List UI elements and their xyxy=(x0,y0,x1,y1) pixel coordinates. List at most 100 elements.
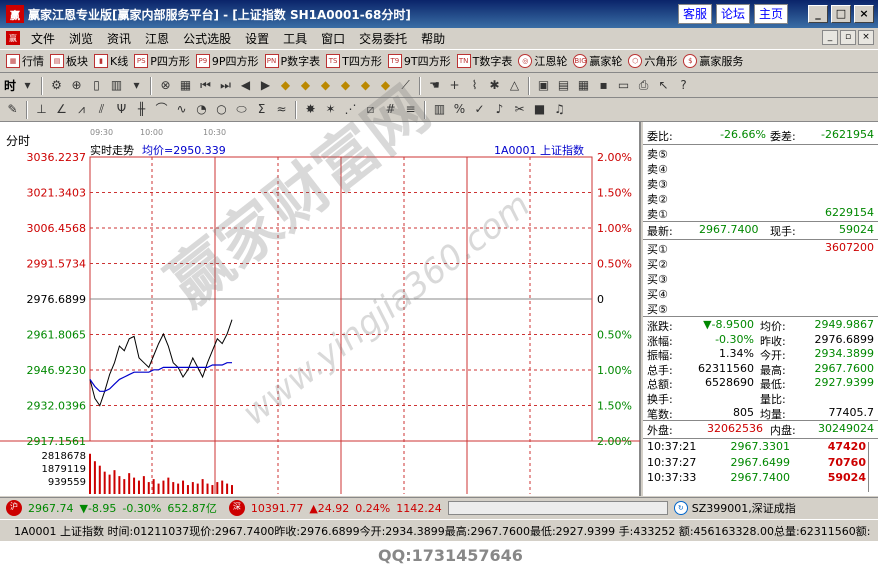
refresh-icon[interactable]: ↻ xyxy=(673,501,688,515)
toolbar-p-square[interactable]: PS P四方形 xyxy=(134,53,190,69)
child-restore-button[interactable]: ▫ xyxy=(840,30,856,45)
percent-icon[interactable]: % xyxy=(451,101,468,118)
menu-info[interactable]: 资讯 xyxy=(100,30,138,47)
sun-icon[interactable]: ✸ xyxy=(302,101,319,118)
candle-icon[interactable]: ▯ xyxy=(88,77,105,94)
wave-icon[interactable]: ≈ xyxy=(273,101,290,118)
diamond-icon[interactable]: ◆ xyxy=(317,77,334,94)
menu-help[interactable]: 帮助 xyxy=(414,30,452,47)
toolbar-winner-wheel[interactable]: BIG 赢家轮 xyxy=(573,53,622,69)
ruler-icon[interactable]: ⊥ xyxy=(33,101,50,118)
question-icon[interactable]: ? xyxy=(675,77,692,94)
tick-scrollbar[interactable] xyxy=(868,442,876,492)
menu-file[interactable]: 文件 xyxy=(24,30,62,47)
table-icon[interactable]: ▦ xyxy=(575,77,592,94)
forum-link[interactable]: 论坛 xyxy=(715,4,750,24)
intraday-chart[interactable]: 分时 09:30 10:00 10:30 实时走势 均价=2950.339 1A… xyxy=(0,72,641,565)
grid-lines-icon[interactable]: ╫ xyxy=(133,101,150,118)
first-icon[interactable]: ⏮ xyxy=(197,77,214,94)
fx-icon[interactable]: ⚙ xyxy=(48,77,65,94)
hand-icon[interactable]: ☚ xyxy=(426,77,443,94)
diamond-icon[interactable]: ◆ xyxy=(377,77,394,94)
arc-icon[interactable]: ⌒ xyxy=(153,101,170,118)
fan-icon[interactable]: ⩘ xyxy=(73,101,90,118)
toolbar-t-square[interactable]: TS T四方形 xyxy=(326,53,382,69)
toolbar-hexagon[interactable]: ⬡ 六角形 xyxy=(628,53,677,69)
bell-icon[interactable]: ♪ xyxy=(491,101,508,118)
menu-window[interactable]: 窗口 xyxy=(314,30,352,47)
cycle-icon[interactable]: ∿ xyxy=(173,101,190,118)
bar-chart-icon[interactable]: ▥ xyxy=(108,77,125,94)
window-icon[interactable]: ▭ xyxy=(615,77,632,94)
period-dropdown[interactable]: 时 xyxy=(4,77,16,94)
star-icon[interactable]: ✶ xyxy=(322,101,339,118)
toolbar-blocks[interactable]: ▤ 板块 xyxy=(50,53,88,69)
sell-label: 卖④ xyxy=(647,163,668,176)
last-icon[interactable]: ⏭ xyxy=(217,77,234,94)
minimize-button[interactable]: _ xyxy=(808,5,828,23)
menu-gann[interactable]: 江恩 xyxy=(138,30,176,47)
cursor-icon[interactable]: ↖ xyxy=(655,77,672,94)
child-minimize-button[interactable]: _ xyxy=(822,30,838,45)
menu-settings[interactable]: 设置 xyxy=(238,30,276,47)
crosshair-icon[interactable]: + xyxy=(446,77,463,94)
diamond-icon[interactable]: ◆ xyxy=(337,77,354,94)
hash-icon[interactable]: # xyxy=(382,101,399,118)
target-icon[interactable]: ⊗ xyxy=(157,77,174,94)
toolbar-p-table[interactable]: PN P数字表 xyxy=(264,53,320,69)
columns-icon[interactable]: ▥ xyxy=(431,101,448,118)
print-icon[interactable]: ⎙ xyxy=(635,77,652,94)
service-link[interactable]: 客服 xyxy=(677,4,712,24)
toolbar-gann-wheel[interactable]: ◎ 江恩轮 xyxy=(518,53,567,69)
sigma-icon[interactable]: Σ xyxy=(253,101,270,118)
close-button[interactable]: × xyxy=(854,5,874,23)
home-link[interactable]: 主页 xyxy=(753,4,788,24)
maximize-button[interactable]: □ xyxy=(831,5,851,23)
spiral-icon[interactable]: ◔ xyxy=(193,101,210,118)
toolbar-winner-service[interactable]: $ 赢家服务 xyxy=(683,53,743,69)
zigzag-icon[interactable]: ⌇ xyxy=(466,77,483,94)
lines-icon[interactable]: ≡ xyxy=(402,101,419,118)
quote-info-bar: 1A0001 上证指数 时间:01211037现价:2967.7400昨收:29… xyxy=(0,519,878,541)
left-icon[interactable]: ◀ xyxy=(237,77,254,94)
channel-icon[interactable]: ⫽ xyxy=(93,101,110,118)
music-icon[interactable]: ♫ xyxy=(551,101,568,118)
calendar-icon[interactable]: ▣ xyxy=(535,77,552,94)
gear-icon[interactable]: ✱ xyxy=(486,77,503,94)
diamond-icon[interactable]: ◆ xyxy=(357,77,374,94)
menu-formula[interactable]: 公式选股 xyxy=(176,30,238,47)
calculator-icon[interactable]: ▤ xyxy=(555,77,572,94)
line-icon[interactable]: ⟋ xyxy=(397,77,414,94)
circle-icon[interactable]: ○ xyxy=(213,101,230,118)
dropdown-icon[interactable]: ▾ xyxy=(128,77,145,94)
chevron-down-icon[interactable]: ▾ xyxy=(19,77,36,94)
toolbar-9p-square[interactable]: P9 9P四方形 xyxy=(195,53,259,69)
stat-label: 今开: xyxy=(760,349,786,363)
toolbar-kline[interactable]: ▮ K线 xyxy=(94,53,128,69)
toolbar-quotes[interactable]: ▦ 行情 xyxy=(6,53,44,69)
ellipse-icon[interactable]: ⬭ xyxy=(233,101,250,118)
pen-icon[interactable]: ✎ xyxy=(4,101,21,118)
toolbar-t-table[interactable]: TN T数字表 xyxy=(456,53,512,69)
pin-icon[interactable]: ⊕ xyxy=(68,77,85,94)
box-icon[interactable]: ⧄ xyxy=(362,101,379,118)
stats-icon[interactable]: ▦ xyxy=(177,77,194,94)
check-icon[interactable]: ✓ xyxy=(471,101,488,118)
y-axis-label: 2976.6899 xyxy=(27,293,87,306)
diamond-icon[interactable]: ◆ xyxy=(277,77,294,94)
diamond-icon[interactable]: ◆ xyxy=(297,77,314,94)
toolbar-9t-square[interactable]: T9 9T四方形 xyxy=(387,53,451,69)
cut-icon[interactable]: ✂ xyxy=(511,101,528,118)
angle-icon[interactable]: ∠ xyxy=(53,101,70,118)
status-scrollbar[interactable] xyxy=(447,501,668,515)
right-icon[interactable]: ▶ xyxy=(257,77,274,94)
menu-trade[interactable]: 交易委托 xyxy=(352,30,414,47)
menu-tools[interactable]: 工具 xyxy=(276,30,314,47)
triangle-icon[interactable]: △ xyxy=(506,77,523,94)
child-close-button[interactable]: × xyxy=(858,30,874,45)
gann-fan-icon[interactable]: ⋰ xyxy=(342,101,359,118)
menu-browse[interactable]: 浏览 xyxy=(62,30,100,47)
square-icon[interactable]: ■ xyxy=(531,101,548,118)
disk-icon[interactable]: ▪ xyxy=(595,77,612,94)
fork-icon[interactable]: Ψ xyxy=(113,101,130,118)
